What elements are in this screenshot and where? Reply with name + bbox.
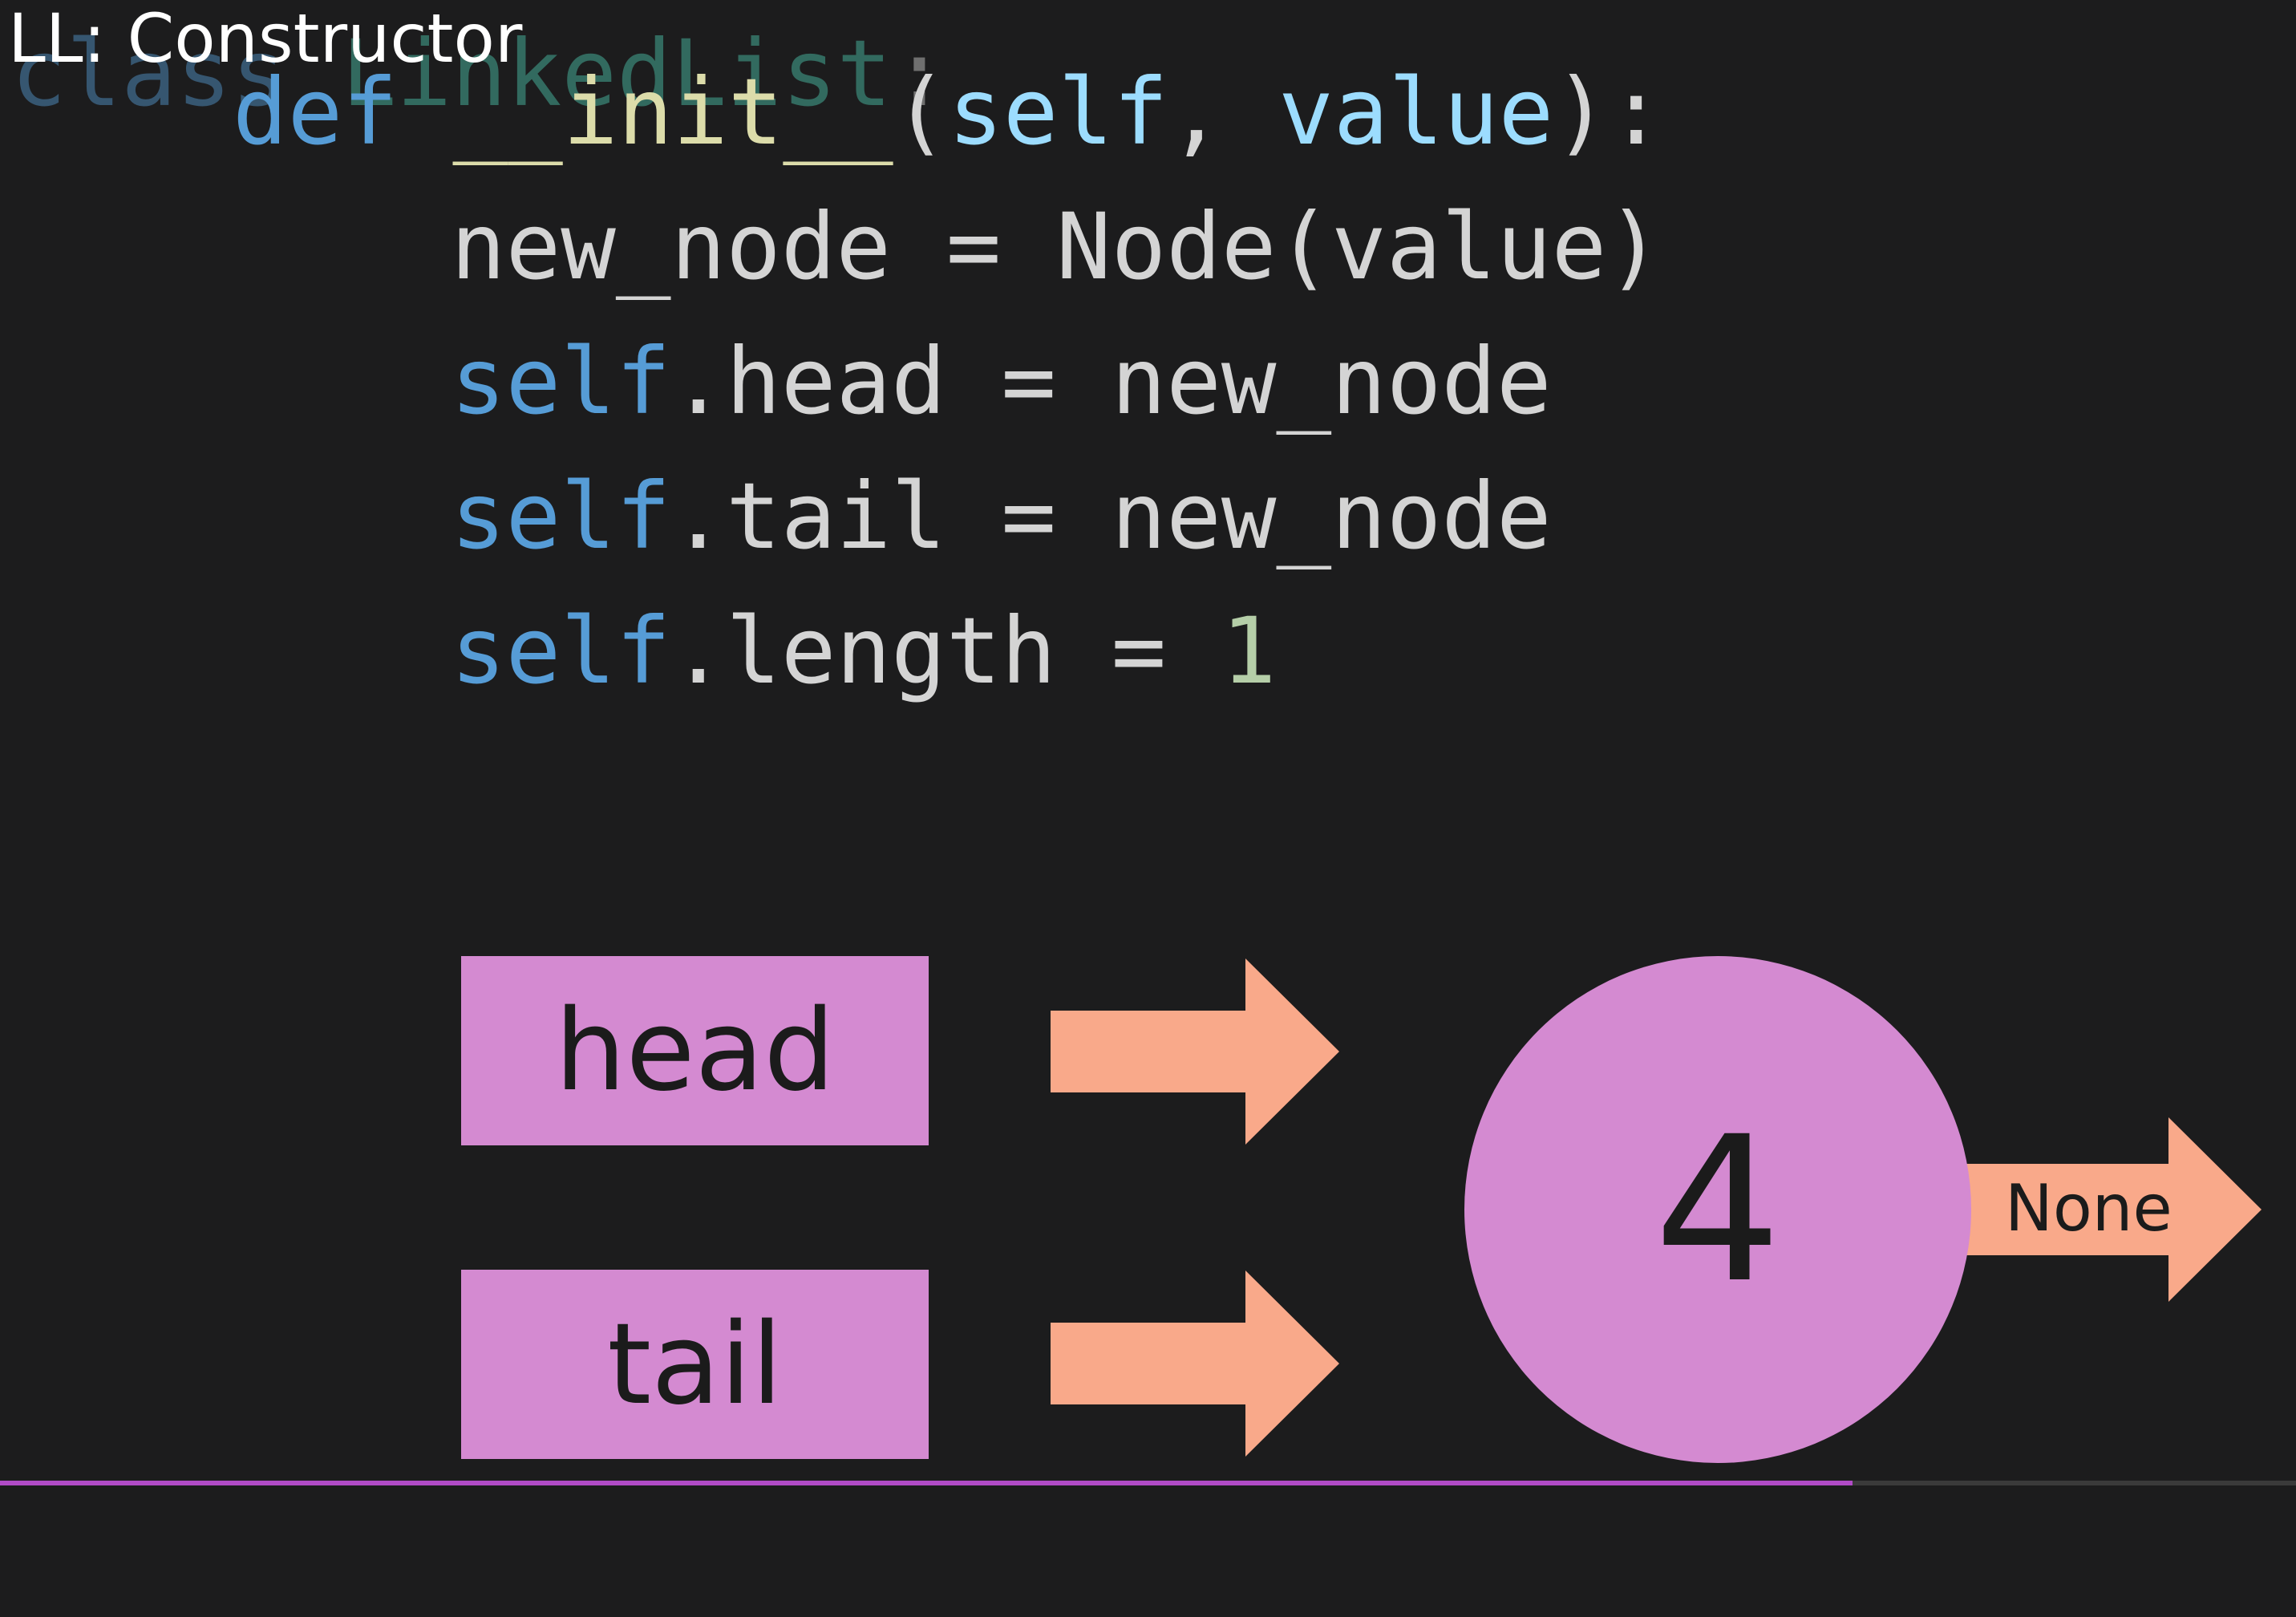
tail-arrow-icon — [1051, 1270, 1339, 1457]
code-line-head: self.head = new_node — [451, 328, 1552, 435]
head-arrow-icon — [1051, 958, 1339, 1145]
progress-bar-fill — [0, 1481, 1853, 1485]
none-label: None — [2005, 1171, 2172, 1246]
node-circle: 4 — [1464, 956, 1971, 1463]
number-literal: 1 — [1221, 598, 1277, 704]
tail-box: tail — [461, 1270, 929, 1459]
head-box: head — [461, 956, 929, 1145]
progress-bar-track — [1853, 1481, 2296, 1485]
code-line-new-node: new_node = Node(value) — [451, 193, 1662, 300]
code-line-tail: self.tail = new_node — [451, 463, 1552, 569]
param-value: value — [1278, 59, 1554, 165]
code-line-length: self.length = 1 — [451, 598, 1277, 704]
slide-title: LL: Constructor — [8, 0, 523, 78]
param-self: self — [948, 59, 1168, 165]
